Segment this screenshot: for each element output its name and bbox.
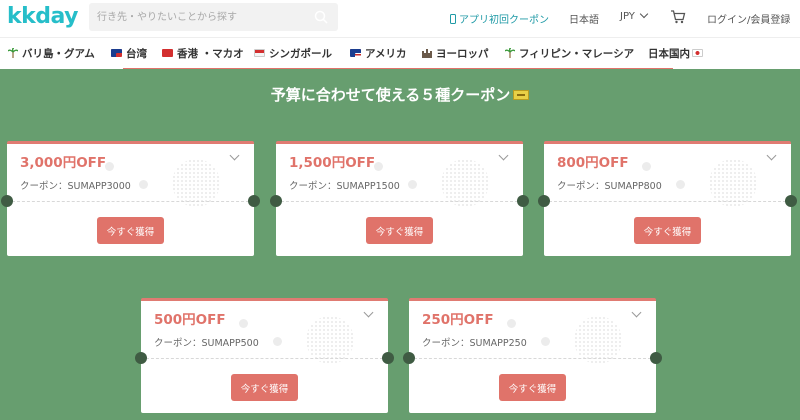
chevron-down-icon[interactable] xyxy=(498,150,509,161)
decorative-pattern xyxy=(574,316,622,364)
coupon-code: クーポン：SUMAPP800 xyxy=(557,181,662,192)
login-register-link[interactable]: ログイン/会員登録 xyxy=(707,11,790,26)
coupon-card: 500円OFF クーポン：SUMAPP500 今すぐ獲得 xyxy=(135,298,394,413)
get-coupon-button[interactable]: 今すぐ獲得 xyxy=(97,217,164,244)
decorative-pattern xyxy=(709,159,757,207)
perforation-line xyxy=(276,201,523,202)
decorative-dot xyxy=(642,162,651,171)
nav-item-taiwan[interactable]: 台湾 xyxy=(111,46,147,61)
perforation-line xyxy=(141,358,388,359)
ticket-notch xyxy=(517,195,529,207)
decorative-dot xyxy=(105,162,114,171)
decorative-dot xyxy=(676,180,685,189)
smartphone-icon xyxy=(450,14,456,24)
palm-tree-icon xyxy=(8,48,18,58)
ticket-notch xyxy=(1,195,13,207)
ticket-notch xyxy=(785,195,797,207)
coupon-amount: 1,500円OFF xyxy=(289,155,376,171)
chevron-down-icon[interactable] xyxy=(631,307,642,318)
app-coupon-label: アプリ初回クーポン xyxy=(459,15,549,26)
cart-icon[interactable] xyxy=(670,10,686,24)
site-header: kkday アプリ初回クーポン 日本語 JPY ログイン/会員登録 xyxy=(0,0,800,37)
get-coupon-button[interactable]: 今すぐ獲得 xyxy=(366,217,433,244)
coupon-code: クーポン：SUMAPP3000 xyxy=(20,181,131,192)
coupon-code: クーポン：SUMAPP500 xyxy=(154,338,259,349)
palm-tree-icon xyxy=(505,48,515,58)
app-coupon-link[interactable]: アプリ初回クーポン xyxy=(450,11,549,26)
search-bar[interactable] xyxy=(89,3,338,31)
chevron-down-icon[interactable] xyxy=(766,150,777,161)
decorative-pattern xyxy=(306,316,354,364)
ticket-notch xyxy=(248,195,260,207)
perforation-line xyxy=(544,201,791,202)
coupon-card: 1,500円OFF クーポン：SUMAPP1500 今すぐ獲得 xyxy=(270,141,529,256)
japan-flag-icon xyxy=(692,49,703,57)
decorative-dot xyxy=(541,337,550,346)
nav-item-bali-guam[interactable]: バリ島・グアム xyxy=(8,46,95,61)
ticket-notch xyxy=(382,352,394,364)
currency-label: JPY xyxy=(620,11,635,22)
coupon-section: 予算に合わせて使える５種クーポン 3,000円OFF クーポン：SUMAPP30… xyxy=(0,69,800,420)
nav-item-hong-kong-macau[interactable]: 香港 ・マカオ xyxy=(162,46,244,61)
coupon-amount: 800円OFF xyxy=(557,155,629,171)
destination-nav: バリ島・グアム 台湾 香港 ・マカオ シンガポール アメリカ ヨーロッパ フィリ… xyxy=(0,37,800,70)
ticket-notch xyxy=(403,352,415,364)
perforation-line xyxy=(409,358,656,359)
nav-item-europe[interactable]: ヨーロッパ xyxy=(422,46,489,61)
nav-item-japan-domestic[interactable]: 日本国内 xyxy=(648,46,707,61)
decorative-pattern xyxy=(172,159,220,207)
coupon-card: 250円OFF クーポン：SUMAPP250 今すぐ獲得 xyxy=(403,298,662,413)
coupon-code: クーポン：SUMAPP250 xyxy=(422,338,527,349)
decorative-dot xyxy=(239,319,248,328)
nav-item-america[interactable]: アメリカ xyxy=(350,46,406,61)
taiwan-flag-icon xyxy=(111,49,122,57)
get-coupon-button[interactable]: 今すぐ獲得 xyxy=(231,374,298,401)
chevron-down-icon xyxy=(639,9,649,19)
search-input[interactable] xyxy=(97,3,307,31)
coupon-code: クーポン：SUMAPP1500 xyxy=(289,181,400,192)
ticket-notch xyxy=(650,352,662,364)
perforation-line xyxy=(7,201,254,202)
coupon-card: 800円OFF クーポン：SUMAPP800 今すぐ獲得 xyxy=(538,141,797,256)
ticket-icon xyxy=(513,90,530,100)
chevron-down-icon[interactable] xyxy=(363,307,374,318)
nav-item-philippines-malaysia[interactable]: フィリピン・マレーシア xyxy=(505,46,634,61)
language-selector[interactable]: 日本語 xyxy=(569,11,599,26)
coupon-amount: 250円OFF xyxy=(422,312,494,328)
decorative-pattern xyxy=(441,159,489,207)
decorative-dot xyxy=(408,180,417,189)
ticket-notch xyxy=(538,195,550,207)
singapore-flag-icon xyxy=(254,49,265,57)
decorative-dot xyxy=(507,319,516,328)
currency-selector[interactable]: JPY xyxy=(620,9,649,22)
ticket-notch xyxy=(270,195,282,207)
coupon-card: 3,000円OFF クーポン：SUMAPP3000 今すぐ獲得 xyxy=(1,141,260,256)
hong-kong-flag-icon xyxy=(162,49,173,57)
coupon-amount: 3,000円OFF xyxy=(20,155,107,171)
decorative-dot xyxy=(273,337,282,346)
get-coupon-button[interactable]: 今すぐ獲得 xyxy=(499,374,566,401)
castle-icon xyxy=(422,49,432,58)
usa-flag-icon xyxy=(350,49,361,57)
kkday-logo[interactable]: kkday xyxy=(7,4,79,29)
nav-item-singapore[interactable]: シンガポール xyxy=(254,46,332,61)
search-icon[interactable] xyxy=(314,10,328,24)
ticket-notch xyxy=(135,352,147,364)
chevron-down-icon[interactable] xyxy=(229,150,240,161)
section-title: 予算に合わせて使える５種クーポン xyxy=(0,84,800,105)
decorative-dot xyxy=(139,180,148,189)
coupon-amount: 500円OFF xyxy=(154,312,226,328)
decorative-dot xyxy=(374,162,383,171)
get-coupon-button[interactable]: 今すぐ獲得 xyxy=(634,217,701,244)
